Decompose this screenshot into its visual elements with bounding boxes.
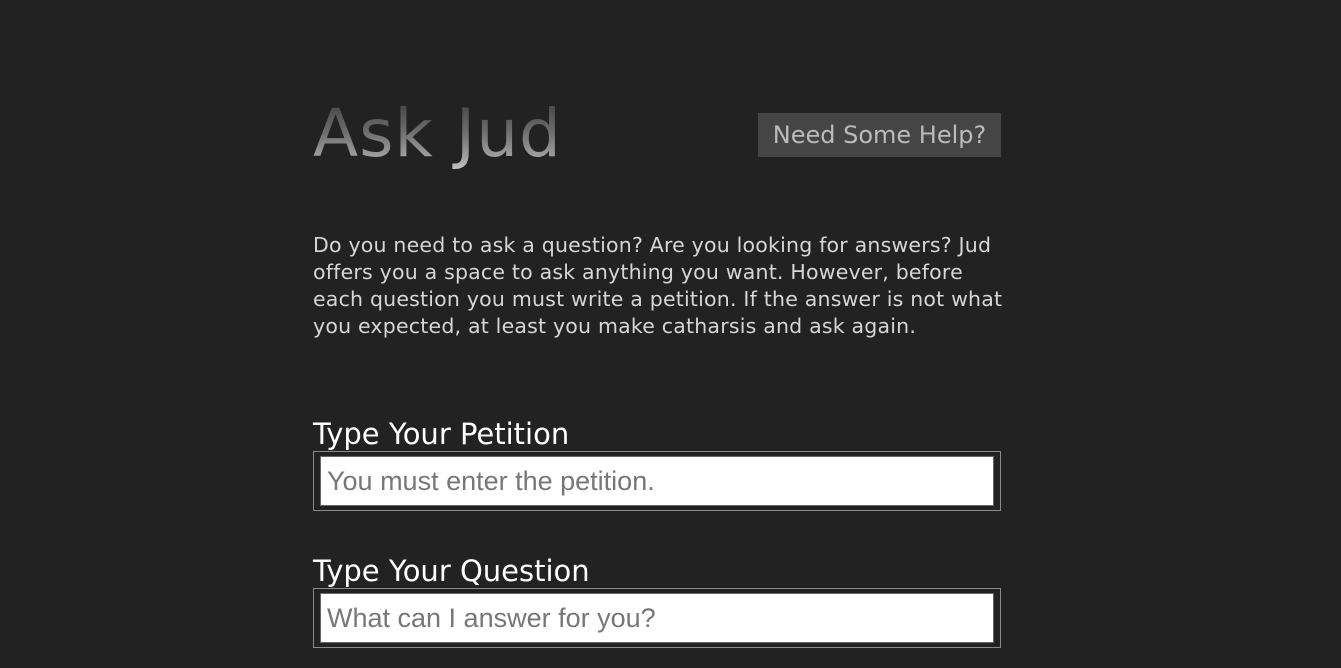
question-field-frame	[313, 588, 1001, 648]
main-container: Ask Jud Need Some Help? Do you need to a…	[313, 0, 1002, 648]
page-header: Ask Jud Need Some Help?	[313, 0, 1001, 200]
petition-label: Type Your Petition	[313, 417, 570, 451]
question-label: Type Your Question	[313, 554, 590, 588]
page-title: Ask Jud	[313, 95, 562, 172]
intro-text: Do you need to ask a question? Are you l…	[313, 233, 1003, 338]
question-input[interactable]	[320, 593, 994, 643]
petition-input[interactable]	[320, 456, 994, 506]
help-button[interactable]: Need Some Help?	[758, 113, 1001, 157]
petition-field-frame	[313, 451, 1001, 511]
